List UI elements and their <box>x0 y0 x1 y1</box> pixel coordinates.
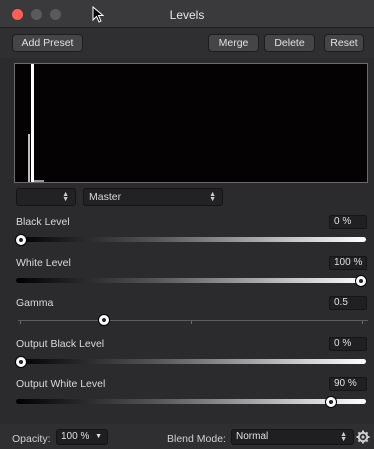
add-preset-button[interactable]: Add Preset <box>12 34 83 52</box>
opacity-dropdown[interactable]: 100 % ▼ <box>56 429 108 445</box>
reset-button[interactable]: Reset <box>324 34 364 52</box>
output-white-level-slider-track[interactable] <box>16 399 366 404</box>
black-level-label: Black Level <box>16 216 70 228</box>
channel-select[interactable]: Master ▲ ▼ <box>83 188 223 206</box>
output-black-level-slider-knob[interactable] <box>16 357 26 367</box>
title-bar: Levels <box>0 0 374 28</box>
updown-arrows-icon: ▲ ▼ <box>209 191 216 203</box>
dropdown-arrow-icon: ▼ <box>95 433 102 440</box>
gamma-slider-knob[interactable] <box>98 315 109 325</box>
gear-icon[interactable] <box>356 430 370 444</box>
gamma-tick <box>191 321 192 324</box>
updown-arrows-icon: ▲ ▼ <box>62 191 69 203</box>
histogram-tail <box>34 180 44 182</box>
histogram <box>14 63 368 183</box>
white-level-field[interactable]: 100 % <box>329 256 367 270</box>
delete-button[interactable]: Delete <box>264 34 315 52</box>
merge-button[interactable]: Merge <box>208 34 259 52</box>
output-white-level-label: Output White Level <box>16 378 106 390</box>
opacity-label: Opacity: <box>12 433 51 445</box>
gamma-field[interactable]: 0.5 <box>329 296 367 310</box>
black-level-field[interactable]: 0 % <box>329 215 367 229</box>
white-level-label: White Level <box>16 257 71 269</box>
histogram-peak-secondary <box>28 134 30 182</box>
channel-stepper[interactable]: ▲ ▼ <box>16 188 76 206</box>
bottom-bar: Opacity: 100 % ▼ Blend Mode: Normal ▲ ▼ <box>0 424 374 449</box>
updown-arrows-icon: ▲ ▼ <box>340 431 347 443</box>
gamma-slider-track[interactable] <box>18 320 368 321</box>
white-level-slider-knob[interactable] <box>356 276 366 286</box>
histogram-peak <box>31 64 34 182</box>
output-black-level-slider-track[interactable] <box>16 359 366 364</box>
gamma-tick <box>362 321 363 324</box>
output-black-level-field[interactable]: 0 % <box>329 337 367 351</box>
preset-toolbar: Add Preset Merge Delete Reset <box>0 28 374 58</box>
output-black-level-label: Output Black Level <box>16 338 105 350</box>
gamma-label: Gamma <box>16 297 54 309</box>
output-white-level-field[interactable]: 90 % <box>329 377 367 391</box>
black-level-slider-knob[interactable] <box>16 235 26 245</box>
gamma-tick <box>20 321 21 324</box>
output-white-level-slider-knob[interactable] <box>326 397 336 407</box>
window-title: Levels <box>169 8 205 22</box>
blend-mode-value: Normal <box>236 431 269 442</box>
blend-mode-label: Blend Mode: <box>167 433 226 445</box>
black-level-slider-track[interactable] <box>16 237 366 242</box>
opacity-value: 100 % <box>61 431 90 442</box>
white-level-slider-track[interactable] <box>16 278 366 283</box>
channel-select-value: Master <box>89 191 122 203</box>
blend-mode-select[interactable]: Normal ▲ ▼ <box>231 429 354 445</box>
cursor-icon <box>92 6 105 23</box>
